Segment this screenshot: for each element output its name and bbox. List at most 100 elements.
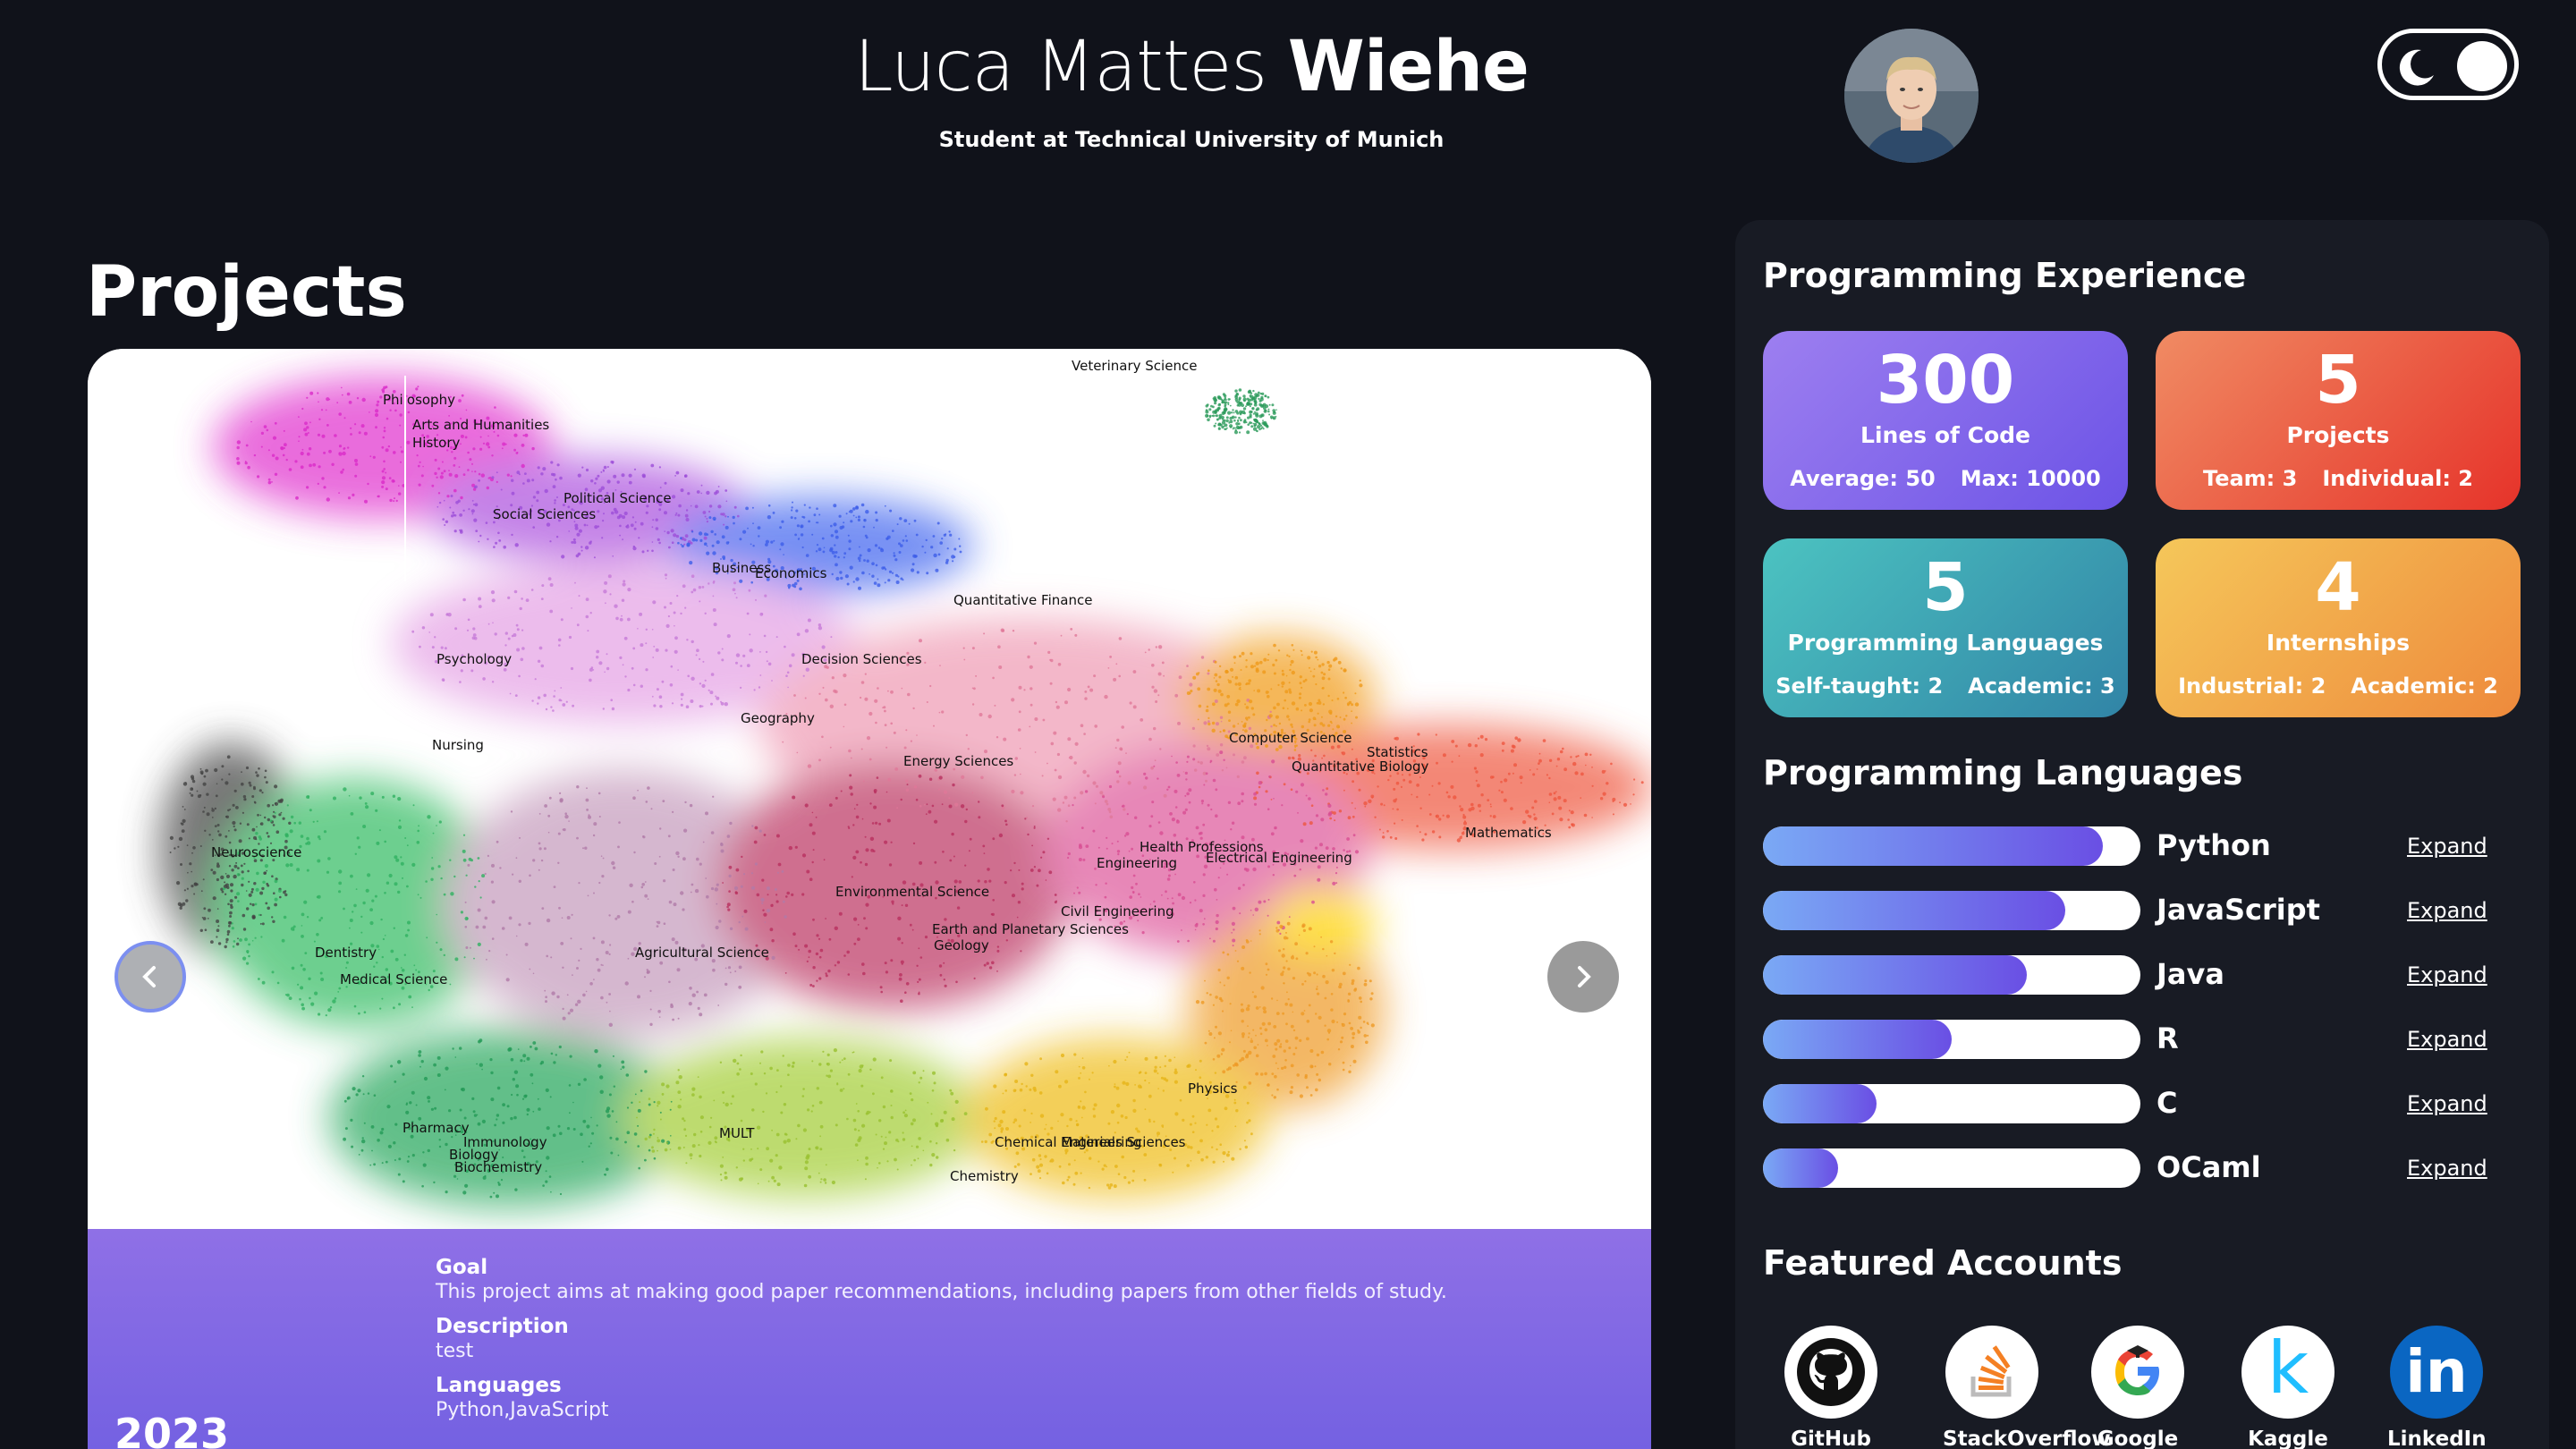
language-bar bbox=[1763, 1020, 2140, 1059]
stat-sub: Academic: 3 bbox=[1968, 674, 2115, 699]
account-label: StackOverflow bbox=[1943, 1428, 2111, 1449]
language-bar bbox=[1763, 1084, 2140, 1123]
map-label: Mathematics bbox=[1465, 825, 1552, 841]
map-label: Agricultural Science bbox=[635, 945, 769, 961]
projects-heading: Projects bbox=[86, 252, 407, 333]
language-name: R bbox=[2157, 1021, 2179, 1055]
description-heading: Description bbox=[436, 1315, 569, 1338]
map-label: Earth and Planetary Sciences bbox=[932, 921, 1129, 937]
kaggle-icon: k bbox=[2241, 1326, 2334, 1419]
description-text: test bbox=[436, 1340, 474, 1362]
stat-label: Programming Languages bbox=[1787, 630, 2104, 656]
account-kaggle[interactable]: k Kaggle bbox=[2239, 1326, 2337, 1449]
stat-sub: Max: 10000 bbox=[1960, 466, 2101, 491]
goal-text: This project aims at making good paper r… bbox=[436, 1281, 1447, 1303]
map-label: Quantitative Finance bbox=[953, 592, 1092, 608]
language-row-javascript: JavaScript Expand bbox=[1763, 891, 2496, 930]
account-google[interactable]: Google bbox=[2089, 1326, 2187, 1449]
map-label: Energy Sciences bbox=[903, 753, 1013, 769]
map-label: Physics bbox=[1188, 1080, 1238, 1097]
account-label: GitHub bbox=[1791, 1428, 1871, 1449]
map-label: Materials Sciences bbox=[1061, 1134, 1186, 1150]
stat-card-lines-of-code: 300 Lines of Code Average: 50 Max: 10000 bbox=[1763, 331, 2128, 510]
account-label: Google bbox=[2097, 1428, 2179, 1449]
linkedin-icon: in bbox=[2390, 1326, 2483, 1419]
map-label: Pharmacy bbox=[402, 1120, 470, 1136]
language-bar bbox=[1763, 955, 2140, 995]
account-github[interactable]: GitHub bbox=[1782, 1326, 1880, 1449]
languages-section-heading: Programming Languages bbox=[1763, 753, 2243, 792]
project-image: Veterinary Science Philosophy Arts and Hum… bbox=[88, 349, 1651, 1229]
profile-name: Luca Mattes Wiehe bbox=[0, 27, 2383, 107]
expand-link[interactable]: Expand bbox=[2407, 1091, 2487, 1116]
map-label: Computer Science bbox=[1229, 730, 1352, 746]
map-label: Arts and Humanities bbox=[412, 417, 549, 433]
experience-heading: Programming Experience bbox=[1763, 256, 2247, 295]
stat-sub: Industrial: 2 bbox=[2178, 674, 2326, 699]
stat-sub: Individual: 2 bbox=[2322, 466, 2473, 491]
language-row-java: Java Expand bbox=[1763, 955, 2496, 995]
stat-sub: Academic: 2 bbox=[2351, 674, 2498, 699]
stat-sub: Team: 3 bbox=[2203, 466, 2298, 491]
language-row-c: C Expand bbox=[1763, 1084, 2496, 1123]
profile-first-names: Luca Mattes bbox=[854, 27, 1267, 107]
chevron-right-icon bbox=[1578, 966, 1591, 987]
info-divider bbox=[404, 376, 406, 581]
language-name: Java bbox=[2157, 957, 2224, 991]
map-label: Philosophy bbox=[383, 392, 455, 408]
expand-link[interactable]: Expand bbox=[2407, 834, 2487, 859]
languages-heading: Languages bbox=[436, 1374, 562, 1397]
expand-link[interactable]: Expand bbox=[2407, 898, 2487, 923]
map-label: Civil Engineering bbox=[1061, 903, 1174, 919]
stat-value: 4 bbox=[2315, 549, 2361, 626]
map-label: Dentistry bbox=[315, 945, 377, 961]
project-description: Description test bbox=[436, 1315, 569, 1362]
language-name: OCaml bbox=[2157, 1150, 2261, 1184]
avatar bbox=[1844, 29, 1979, 163]
map-label: Medical Science bbox=[340, 971, 447, 987]
language-name: Python bbox=[2157, 828, 2271, 862]
map-label: Biochemistry bbox=[454, 1159, 542, 1175]
project-languages: Languages Python,JavaScript bbox=[436, 1374, 609, 1421]
stat-label: Projects bbox=[2286, 422, 2390, 448]
account-label: LinkedIn bbox=[2387, 1428, 2487, 1449]
map-label: Veterinary Science bbox=[1072, 358, 1197, 374]
stat-value: 5 bbox=[1922, 549, 1969, 626]
map-label: Social Sciences bbox=[493, 506, 596, 522]
map-label: Quantitative Biology bbox=[1292, 758, 1429, 775]
project-goal: Goal This project aims at making good pa… bbox=[436, 1256, 1447, 1303]
theme-toggle[interactable] bbox=[2377, 29, 2519, 100]
stat-value: 300 bbox=[1876, 342, 2015, 419]
account-stackoverflow[interactable]: StackOverflow bbox=[1943, 1326, 2111, 1449]
map-label: Chemistry bbox=[950, 1168, 1019, 1184]
stat-card-languages: 5 Programming Languages Self-taught: 2 A… bbox=[1763, 538, 2128, 717]
stat-card-internships: 4 Internships Industrial: 2 Academic: 2 bbox=[2156, 538, 2521, 717]
expand-link[interactable]: Expand bbox=[2407, 1156, 2487, 1181]
map-label: History bbox=[412, 435, 460, 451]
github-icon bbox=[1784, 1326, 1877, 1419]
stat-value: 5 bbox=[2315, 342, 2361, 419]
moon-icon bbox=[2394, 45, 2439, 89]
language-row-r: R Expand bbox=[1763, 1020, 2496, 1059]
map-label: Geography bbox=[741, 710, 815, 726]
carousel-next-button[interactable] bbox=[1547, 941, 1619, 1013]
expand-link[interactable]: Expand bbox=[2407, 1027, 2487, 1052]
language-row-python: Python Expand bbox=[1763, 826, 2496, 866]
toggle-knob bbox=[2457, 41, 2507, 91]
stat-sub: Self-taught: 2 bbox=[1775, 674, 1944, 699]
carousel-prev-button[interactable] bbox=[114, 941, 186, 1013]
map-label: Neuroscience bbox=[211, 844, 301, 860]
profile-last-name: Wiehe bbox=[1287, 27, 1530, 107]
stat-label: Lines of Code bbox=[1860, 422, 2030, 448]
goal-heading: Goal bbox=[436, 1256, 488, 1279]
map-label: Engineering bbox=[1097, 855, 1177, 871]
language-name: C bbox=[2157, 1086, 2178, 1120]
expand-link[interactable]: Expand bbox=[2407, 962, 2487, 987]
stat-sub: Average: 50 bbox=[1790, 466, 1936, 491]
map-label: Economics bbox=[755, 565, 827, 581]
map-label: Decision Sciences bbox=[801, 651, 922, 667]
language-bar bbox=[1763, 1148, 2140, 1188]
language-bar bbox=[1763, 826, 2140, 866]
account-linkedin[interactable]: in LinkedIn bbox=[2387, 1326, 2487, 1449]
map-label: Electrical Engineering bbox=[1206, 850, 1352, 866]
